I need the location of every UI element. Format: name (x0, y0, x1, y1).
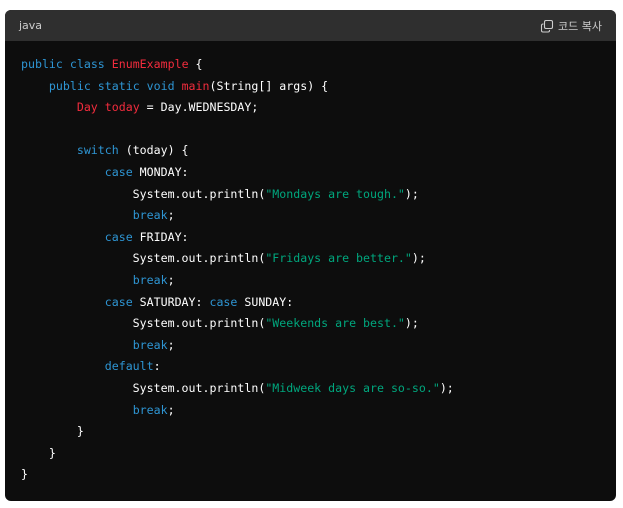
code-line: break; (21, 270, 600, 292)
code-text[interactable]: public class EnumExample { public static… (21, 54, 600, 486)
code-block: java 코드 복사 public class EnumExample { pu… (5, 10, 616, 501)
copy-icon (540, 19, 554, 33)
code-token-str: "Midweek days are so-so." (265, 380, 440, 395)
code-token-plain: : (153, 359, 161, 374)
code-token-kw: case (104, 229, 133, 244)
copy-code-label: 코드 복사 (558, 19, 602, 33)
code-token-kw: break (132, 337, 168, 352)
code-line: System.out.println("Fridays are better."… (21, 248, 600, 270)
code-token-plain: ); (404, 316, 419, 331)
code-line: switch (today) { (21, 140, 600, 162)
code-line: case MONDAY: (21, 162, 600, 184)
copy-code-button[interactable]: 코드 복사 (540, 18, 602, 34)
code-line: } (21, 421, 600, 443)
code-token-plain: FRIDAY: (132, 229, 189, 244)
language-label: java (19, 19, 43, 32)
code-block-header: java 코드 복사 (5, 10, 616, 41)
code-line: Day today = Day.WEDNESDAY; (21, 97, 600, 119)
code-token-plain: { (188, 57, 203, 71)
code-line: System.out.println("Weekends are best.")… (21, 313, 600, 335)
code-line: } (21, 464, 600, 486)
code-token-plain: (String[] args) { (209, 78, 329, 93)
code-token-plain: MONDAY: (132, 164, 189, 179)
code-token-plain: } (21, 445, 56, 460)
code-line: break; (21, 205, 600, 227)
code-token-plain: } (21, 424, 84, 439)
code-token-cls: EnumExample (111, 57, 189, 71)
code-token-plain: System.out.println( (21, 251, 266, 266)
code-line: break; (21, 400, 600, 422)
code-token-cls: today (104, 100, 140, 115)
code-line: public class EnumExample { (21, 54, 600, 76)
code-token-plain: ; (167, 337, 175, 352)
code-token-kw: public (48, 78, 91, 93)
code-token-kw: switch (76, 143, 119, 158)
code-token-plain: System.out.println( (21, 316, 266, 331)
code-token-plain: ; (167, 208, 175, 223)
code-lines: public class EnumExample { public static… (21, 54, 600, 486)
code-token-plain: ); (439, 380, 454, 395)
code-token-kw: public (21, 57, 63, 71)
code-token-cls: main (181, 78, 210, 93)
code-token-plain: SATURDAY: (132, 294, 210, 309)
code-line: break; (21, 335, 600, 357)
code-token-plain: ; (167, 272, 175, 287)
code-line: System.out.println("Mondays are tough.")… (21, 184, 600, 206)
code-token-kw: case (104, 164, 133, 179)
code-token-plain: System.out.println( (21, 186, 266, 201)
code-token-kw: case (209, 294, 238, 309)
code-token-plain: } (21, 467, 28, 482)
code-token-plain: (today) { (118, 143, 189, 158)
code-line: } (21, 443, 600, 465)
code-token-kw: break (132, 272, 168, 287)
code-token-kw: void (146, 78, 175, 93)
code-line: case SATURDAY: case SUNDAY: (21, 292, 600, 314)
code-line: System.out.println("Midweek days are so-… (21, 378, 600, 400)
code-token-cls: Day (76, 100, 98, 115)
code-token-kw: break (132, 402, 168, 417)
code-token-kw: static (97, 78, 140, 93)
code-token-str: "Weekends are best." (265, 316, 405, 331)
code-token-plain: ; (167, 402, 175, 417)
code-token-plain: ); (404, 186, 419, 201)
code-line: default: (21, 356, 600, 378)
code-token-str: "Fridays are better." (265, 251, 412, 266)
code-token-plain: SUNDAY: (237, 294, 294, 309)
code-token-kw: class (69, 57, 105, 71)
code-token-kw: break (132, 208, 168, 223)
code-token-plain: ); (411, 251, 426, 266)
code-token-str: "Mondays are tough." (265, 186, 405, 201)
code-line: public static void main(String[] args) { (21, 76, 600, 98)
code-body[interactable]: public class EnumExample { public static… (5, 41, 616, 486)
code-token-plain: = Day.WEDNESDAY; (139, 100, 259, 115)
code-token-kw: default (104, 359, 154, 374)
code-token-kw: case (104, 294, 133, 309)
code-line: case FRIDAY: (21, 227, 600, 249)
code-token-plain: System.out.println( (21, 380, 266, 395)
